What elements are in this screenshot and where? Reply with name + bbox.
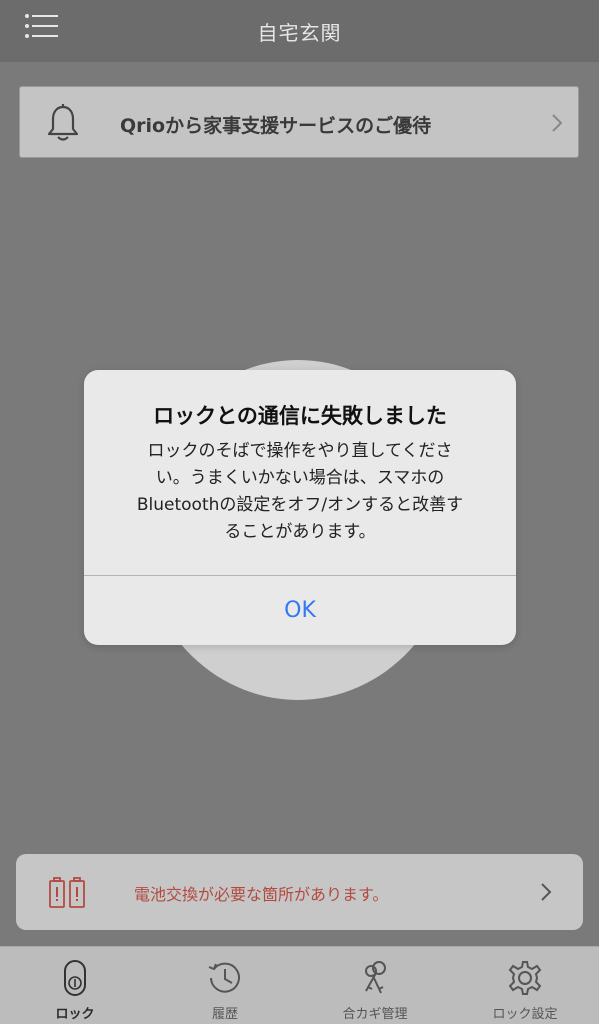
bell-icon <box>47 104 79 141</box>
chevron-right-icon <box>541 883 552 901</box>
dialog-message: ロックのそばで操作をやり直してくださ い。うまくいかない場合は、スマホの Blu… <box>110 438 490 546</box>
tab-label: ロック <box>55 1007 95 1022</box>
tab-lock[interactable]: ロック <box>0 947 150 1024</box>
dialog-title: ロックとの通信に失敗しました <box>153 404 447 428</box>
tab-bar: ロック 履歴 合カギ管理 ロック設定 <box>0 946 599 1024</box>
dialog-message-line: い。うまくいかない場合は、スマホの <box>155 468 445 488</box>
tab-lock-settings[interactable]: ロック設定 <box>450 947 599 1024</box>
chevron-right-icon <box>552 114 563 132</box>
history-icon <box>208 962 240 993</box>
keys-icon <box>365 961 386 994</box>
promo-text: Qrioから家事支援サービスのご優待 <box>120 115 432 137</box>
tab-label: 履歴 <box>211 1007 238 1022</box>
header-bar: 自宅玄関 <box>0 0 599 62</box>
battery-notice-text: 電池交換が必要な箇所があります。 <box>134 885 389 904</box>
menu-icon[interactable] <box>24 12 60 40</box>
tab-keys[interactable]: 合カギ管理 <box>300 947 450 1024</box>
dialog-message-line: Bluetoothの設定をオフ/オンすると改善す <box>136 495 464 515</box>
page-title: 自宅玄関 <box>257 20 342 45</box>
promo-banner[interactable]: Qrioから家事支援サービスのご優待 <box>19 86 579 158</box>
gear-icon <box>508 961 542 995</box>
alert-dialog: ロックとの通信に失敗しました ロックのそばで操作をやり直してくださ い。うまくい… <box>84 370 516 645</box>
battery-notice[interactable]: 電池交換が必要な箇所があります。 <box>16 854 583 930</box>
battery-warning-icon <box>49 877 85 908</box>
dialog-message-line: ることがあります。 <box>224 522 376 542</box>
tab-history[interactable]: 履歴 <box>150 947 300 1024</box>
lock-icon <box>64 960 86 996</box>
tab-label: 合カギ管理 <box>342 1007 408 1022</box>
dialog-message-line: ロックのそばで操作をやり直してくださ <box>147 441 453 461</box>
tab-label: ロック設定 <box>492 1007 558 1022</box>
ok-button[interactable]: OK <box>84 576 516 645</box>
